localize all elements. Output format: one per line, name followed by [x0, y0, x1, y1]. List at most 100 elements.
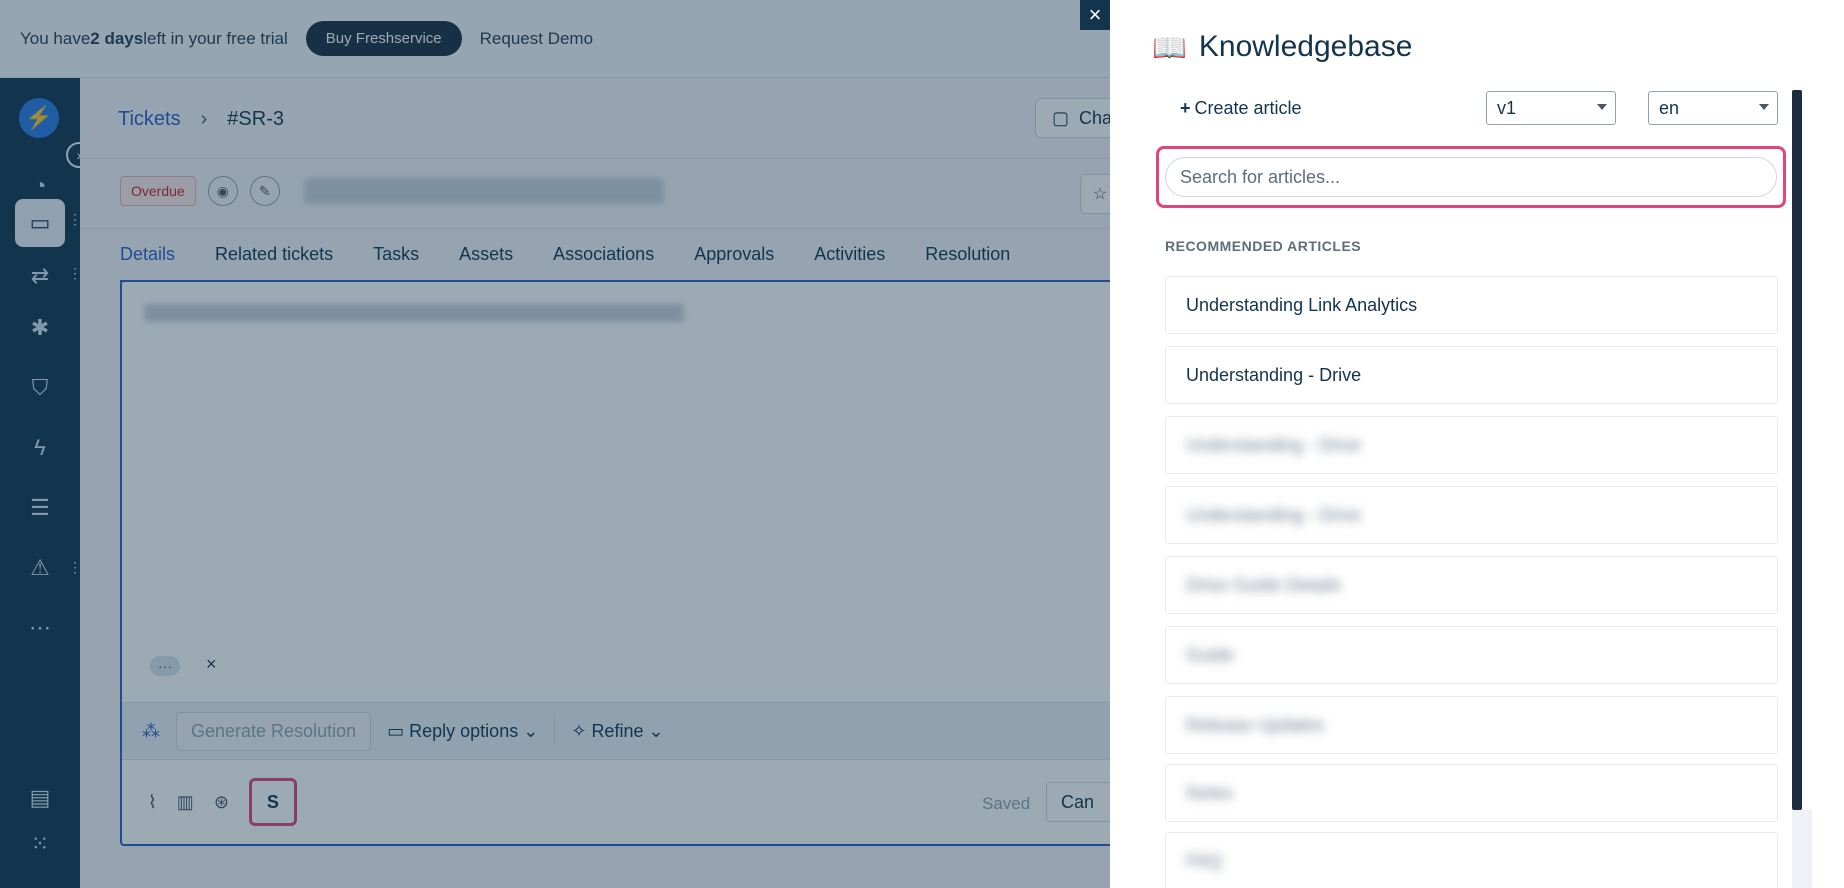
- tab-details[interactable]: Details: [120, 238, 176, 282]
- breadcrumb-tickets-link[interactable]: Tickets: [118, 108, 181, 131]
- article-item[interactable]: Understanding - Drive: [1165, 416, 1778, 474]
- search-highlight-box: [1156, 146, 1786, 208]
- magic-wand-icon: ✧: [571, 720, 587, 741]
- buy-freshservice-button[interactable]: Buy Freshservice: [305, 21, 462, 56]
- app: You have 2 days left in your free trial …: [0, 0, 1844, 888]
- article-item[interactable]: Understanding - Drive: [1165, 486, 1778, 544]
- app-switcher-icon[interactable]: ⁙: [15, 820, 65, 868]
- more-apps-icon[interactable]: ⋯: [15, 604, 65, 652]
- reply-options-icon: ▭: [387, 720, 405, 741]
- changes-icon[interactable]: ⇄: [15, 252, 65, 300]
- knowledgebase-book-icon[interactable]: ▥: [177, 792, 194, 813]
- refine-button[interactable]: ✧ Refine ⌄: [571, 721, 663, 742]
- knowledgebase-panel: 📖 Knowledgebase + Create article v1 en R…: [1110, 0, 1844, 888]
- freshservice-logo-icon[interactable]: ⚡: [19, 98, 59, 138]
- editor-bottom-tools: ⌇ ▥ ⊛ S: [122, 760, 1118, 844]
- reply-options-button[interactable]: ▭ Reply options ⌄: [387, 721, 538, 742]
- create-article-button[interactable]: + Create article: [1180, 98, 1302, 119]
- attachment-paperclip-icon[interactable]: ⌇: [148, 792, 157, 813]
- refine-label: Refine: [591, 720, 644, 741]
- tab-activities[interactable]: Activities: [814, 238, 885, 282]
- knowledgebase-title: Knowledgebase: [1198, 30, 1413, 63]
- tasks-list-icon[interactable]: ☰: [15, 484, 65, 532]
- automation-bolt-icon[interactable]: ϟ: [15, 424, 65, 472]
- article-item[interactable]: Understanding - Drive: [1165, 346, 1778, 404]
- chat-label: Cha: [1079, 107, 1113, 128]
- chat-icon: ▢: [1052, 107, 1070, 128]
- language-value: en: [1659, 97, 1680, 118]
- version-select[interactable]: v1: [1486, 91, 1616, 125]
- version-value: v1: [1497, 97, 1517, 118]
- search-articles-input[interactable]: [1165, 157, 1777, 197]
- reports-icon[interactable]: ▤: [15, 774, 65, 822]
- breadcrumb-chevron-icon: ›: [200, 108, 208, 130]
- article-item[interactable]: Notes: [1165, 764, 1778, 822]
- panel-scrollbar[interactable]: [1792, 90, 1802, 810]
- watch-eye-icon[interactable]: ◉: [207, 176, 238, 206]
- trial-suffix: left in your free trial: [143, 28, 288, 48]
- plus-icon: +: [1180, 98, 1191, 118]
- tickets-icon[interactable]: ▭: [15, 199, 65, 247]
- edit-pencil-icon[interactable]: ✎: [249, 176, 280, 206]
- alerts-warning-icon[interactable]: ⚠: [15, 544, 65, 592]
- tab-assets[interactable]: Assets: [459, 238, 513, 282]
- saved-status: Saved: [982, 794, 1031, 813]
- chevron-down-icon: ⌄: [523, 720, 539, 741]
- chevron-down-icon: ⌄: [648, 720, 664, 741]
- chip-close-icon[interactable]: ×: [206, 654, 217, 675]
- scrollbar-track: [1792, 810, 1812, 888]
- article-item[interactable]: Understanding Link Analytics: [1165, 276, 1778, 334]
- ticket-id: #SR-3: [227, 108, 284, 130]
- left-navigation: ⚡ ◔ ▭ ⋮ ⇄ ⋮ ✱ ⛉ ϟ ☰ ⚠ ⋮ ⋯ ▤ ⁙: [0, 78, 82, 888]
- tab-related-tickets[interactable]: Related tickets: [215, 238, 333, 282]
- tab-resolution[interactable]: Resolution: [925, 238, 1010, 282]
- freddy-ai-icon: ⁂: [142, 720, 160, 741]
- open-book-icon: 📖: [1152, 31, 1187, 63]
- resolution-toolbar: ⁂ Generate Resolution ▭ Reply options ⌄ …: [122, 702, 1118, 760]
- trial-days: 2 days: [90, 28, 144, 48]
- caret-down-icon: [1597, 104, 1607, 110]
- recommended-articles-heading: RECOMMENDED ARTICLES: [1165, 238, 1362, 254]
- panel-title: 📖 Knowledgebase: [1152, 30, 1412, 64]
- article-title: Understanding - Drive: [1186, 364, 1362, 385]
- ticket-subject-blurred: [303, 178, 664, 204]
- tab-tasks[interactable]: Tasks: [373, 238, 419, 282]
- article-title: Understanding Link Analytics: [1186, 294, 1418, 315]
- resolution-editor[interactable]: ··· × ⁂ Generate Resolution ▭ Reply opti…: [120, 280, 1126, 846]
- ticket-tabs: Details Related tickets Tasks Assets Ass…: [120, 238, 1010, 282]
- caret-down-icon: [1759, 104, 1769, 110]
- generate-resolution-button[interactable]: Generate Resolution: [176, 711, 372, 751]
- create-article-label: Create article: [1194, 98, 1302, 118]
- ticket-status-row: Overdue ◉ ✎: [120, 176, 664, 206]
- reply-options-label: Reply options: [409, 720, 519, 741]
- trial-prefix: You have: [20, 28, 91, 48]
- status-divider: [80, 228, 1110, 229]
- tab-approvals[interactable]: Approvals: [694, 238, 774, 282]
- article-title: Guide: [1186, 644, 1235, 665]
- editor-text-blurred: [144, 304, 684, 322]
- article-title: Release Updates: [1186, 714, 1325, 735]
- tab-associations[interactable]: Associations: [553, 238, 654, 282]
- request-demo-link[interactable]: Request Demo: [480, 29, 593, 49]
- article-item[interactable]: FAQ: [1165, 832, 1778, 888]
- article-title: Drive Guide Details: [1186, 574, 1342, 595]
- article-title: Understanding - Drive: [1186, 504, 1362, 525]
- more-options-chip[interactable]: ···: [150, 656, 180, 676]
- releases-shield-icon[interactable]: ⛉: [15, 364, 65, 412]
- header-divider: [80, 158, 1110, 159]
- problems-bug-icon[interactable]: ✱: [15, 304, 65, 352]
- article-item[interactable]: Drive Guide Details: [1165, 556, 1778, 614]
- article-title: FAQ: [1186, 850, 1223, 871]
- article-title: Notes: [1186, 782, 1234, 803]
- overdue-badge: Overdue: [120, 176, 196, 206]
- close-panel-icon[interactable]: ×: [1080, 0, 1110, 30]
- article-item[interactable]: Guide: [1165, 626, 1778, 684]
- article-title: Understanding - Drive: [1186, 434, 1362, 455]
- ticket-main: Tickets › #SR-3 ▢ Cha Overdue ◉ ✎ ☆ Deta…: [80, 78, 1135, 888]
- article-item[interactable]: Release Updates: [1165, 696, 1778, 754]
- breadcrumb: Tickets › #SR-3: [118, 108, 284, 131]
- canned-response-icon[interactable]: ⊛: [214, 792, 229, 813]
- language-select[interactable]: en: [1648, 91, 1778, 125]
- toolbar-separator: [554, 718, 556, 744]
- solution-article-icon[interactable]: S: [248, 778, 297, 826]
